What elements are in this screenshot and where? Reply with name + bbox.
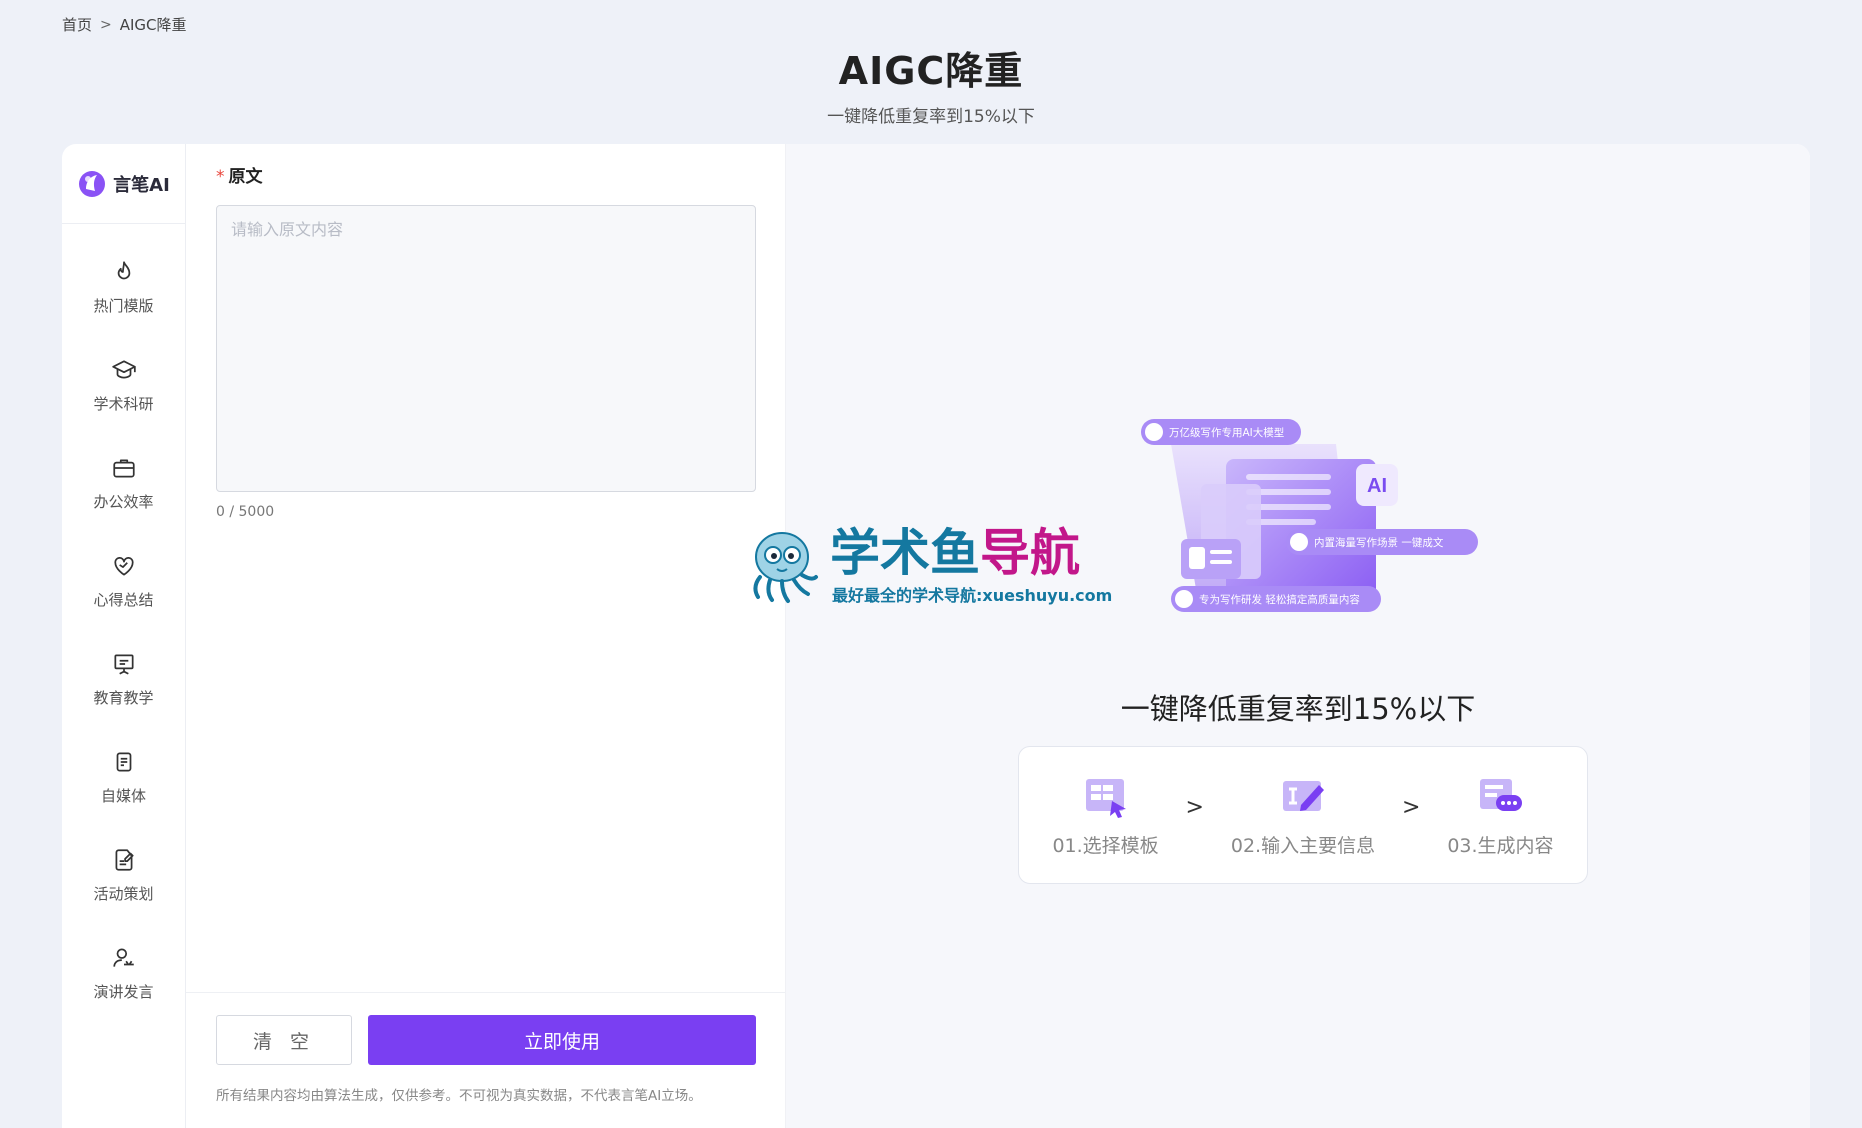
sidebar-item-self-media[interactable]: 自媒体 [62, 728, 186, 826]
sidebar-item-label: 热门模版 [93, 296, 154, 315]
sidebar-item-label: 学术科研 [93, 394, 154, 413]
watermark-title-a: 学术鱼 [830, 524, 980, 582]
step-input-info: 02.输入主要信息 [1231, 773, 1375, 858]
breadcrumb: 首页 > AIGC降重 [62, 14, 187, 35]
breadcrumb-current: AIGC降重 [119, 16, 187, 34]
char-counter: 0 / 5000 [216, 504, 275, 520]
speaker-icon [112, 947, 134, 967]
step-arrow: > [1401, 794, 1421, 820]
logo[interactable]: 言笔AI [62, 144, 185, 224]
sidebar-item-label: 活动策划 [93, 884, 154, 903]
sidebar-item-label: 自媒体 [100, 786, 146, 805]
briefcase-icon [112, 459, 135, 478]
clear-button[interactable]: 清 空 [216, 1015, 352, 1065]
presentation-board-icon [113, 653, 134, 675]
template-grid-icon [1085, 778, 1126, 818]
flame-icon [117, 260, 130, 279]
logo-text: 言笔AI [113, 174, 170, 196]
sidebar-item-event-planning[interactable]: 活动策划 [62, 826, 186, 924]
form-footer-divider [186, 992, 785, 993]
heart-hand-icon [113, 556, 134, 576]
hero-illustration: AI 万亿级写作专用AI大模型 内置海量写作场景 一键成文 专为写作研发 轻松搞… [1141, 419, 1478, 612]
disclaimer-text: 所有结果内容均由算法生成，仅供参考。不可视为真实数据，不代表言笔AI立场。 [216, 1088, 702, 1104]
watermark-title: 学术鱼导航 [830, 524, 1112, 582]
chat-generate-icon [1480, 778, 1523, 811]
illustration-tag2: 内置海量写作场景 一键成文 [1314, 536, 1444, 549]
sidebar: 言笔AI 热门模版 学术科研 办公效率 心得总结 教育教学 自媒体 活动策划 演… [62, 144, 186, 1128]
step-generate: 03.生成内容 [1447, 773, 1554, 858]
document-icon [116, 751, 131, 772]
sidebar-item-label: 演讲发言 [93, 982, 154, 1001]
sidebar-item-hot-templates[interactable]: 热门模版 [62, 238, 186, 336]
required-mark: * [216, 167, 225, 187]
illustration-tag1: 万亿级写作专用AI大模型 [1169, 426, 1284, 439]
watermark-text: 学术鱼导航 最好最全的学术导航:xueshuyu.com [830, 524, 1112, 606]
sidebar-item-summary[interactable]: 心得总结 [62, 532, 186, 630]
octopus-logo-icon [753, 532, 818, 603]
page-title: AIGC降重 [838, 49, 1024, 93]
sidebar-item-label: 心得总结 [93, 590, 154, 609]
step-select-template: 01.选择模板 [1052, 773, 1159, 858]
sidebar-nav: 热门模版 学术科研 办公效率 心得总结 教育教学 自媒体 活动策划 演讲发言 [62, 238, 186, 1022]
watermark-title-b: 导航 [980, 524, 1080, 582]
page-subtitle: 一键降低重复率到15%以下 [827, 107, 1035, 127]
sidebar-item-speech[interactable]: 演讲发言 [62, 924, 186, 1022]
step-arrow: > [1185, 794, 1204, 820]
sidebar-item-academic[interactable]: 学术科研 [62, 336, 186, 434]
sidebar-item-education[interactable]: 教育教学 [62, 630, 186, 728]
breadcrumb-home[interactable]: 首页 [62, 14, 92, 35]
graduation-cap-icon [111, 359, 136, 378]
preview-panel: AI 万亿级写作专用AI大模型 内置海量写作场景 一键成文 专为写作研发 轻松搞… [786, 144, 1810, 1128]
illustration-tag3: 专为写作研发 轻松搞定高质量内容 [1199, 593, 1360, 606]
main-card: 言笔AI 热门模版 学术科研 办公效率 心得总结 教育教学 自媒体 活动策划 演… [62, 144, 1810, 1128]
step-label: 02.输入主要信息 [1230, 834, 1376, 857]
submit-button[interactable]: 立即使用 [368, 1015, 756, 1065]
breadcrumb-separator: > [100, 16, 112, 33]
hero-title: 一键降低重复率到15%以下 [1120, 692, 1476, 726]
steps-card: 01.选择模板 > 02.输入主要信息 > 03.生成内容 [1018, 746, 1588, 884]
illustration-ai-badge: AI [1367, 475, 1387, 497]
original-text-input[interactable] [216, 205, 756, 492]
edit-document-icon [115, 848, 134, 871]
step-label: 03.生成内容 [1447, 834, 1554, 857]
watermark-subtitle: 最好最全的学术导航:xueshuyu.com [832, 586, 1113, 605]
original-text-label-text: 原文 [228, 167, 263, 187]
input-edit-icon [1282, 780, 1324, 811]
watermark: 学术鱼导航 最好最全的学术导航:xueshuyu.com [744, 522, 1124, 608]
sidebar-item-label: 教育教学 [93, 688, 154, 707]
original-text-label: * 原文 [216, 162, 263, 187]
sidebar-item-label: 办公效率 [93, 492, 154, 511]
form-panel: *原文 0 / 5000 清 空 立即使用 所有结果内容均由算法生成，仅供参考。… [186, 144, 786, 1128]
step-label: 01.选择模板 [1052, 834, 1159, 857]
logo-icon [79, 170, 106, 197]
sidebar-item-office[interactable]: 办公效率 [62, 434, 186, 532]
